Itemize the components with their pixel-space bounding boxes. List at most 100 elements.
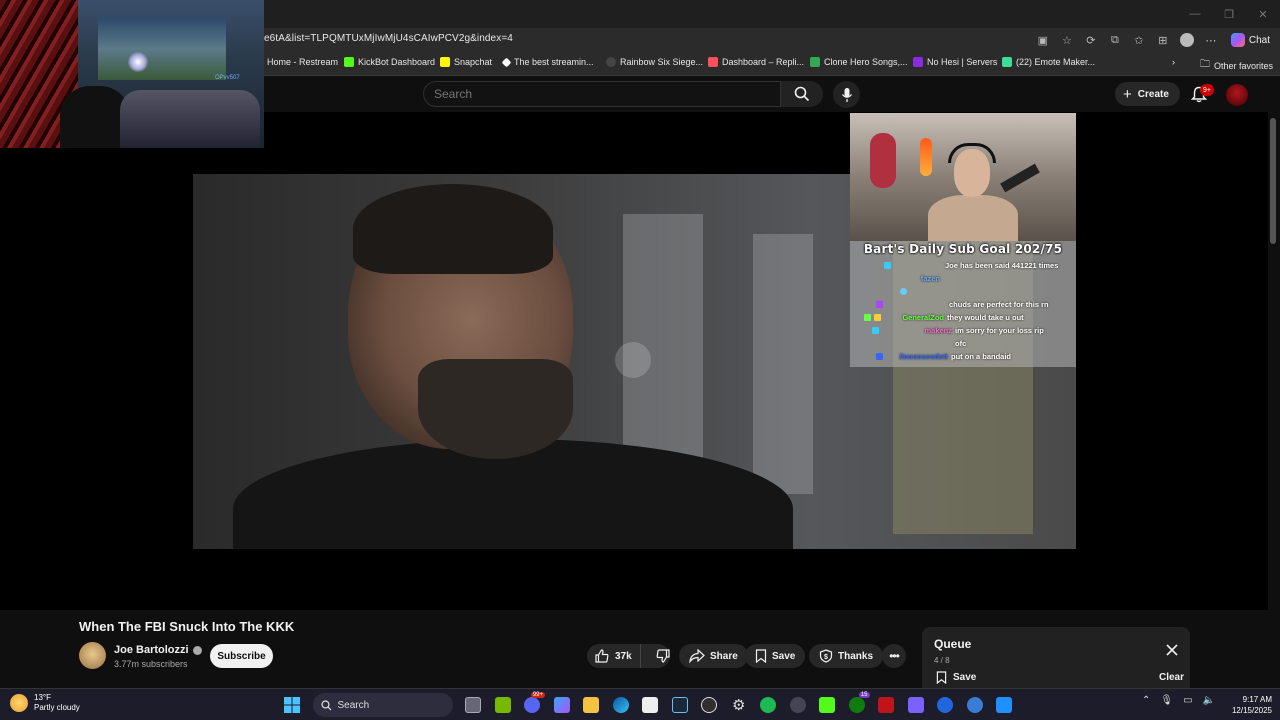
folder-icon: 🗀 <box>1200 59 1210 70</box>
like-button[interactable]: 37k <box>587 644 641 668</box>
bookmark-no-hesi[interactable]: No Hesi | Servers <box>913 57 997 67</box>
other-favorites-label: Other favorites <box>1214 60 1274 71</box>
blue-app-2[interactable] <box>960 693 990 717</box>
spotify-app[interactable] <box>754 693 784 717</box>
copilot-icon <box>553 697 570 713</box>
like-count: 37k <box>615 650 632 662</box>
microphone-arm <box>1000 163 1040 193</box>
clock-time: 9:17 AM <box>1242 695 1272 704</box>
nvidia-app[interactable] <box>488 693 518 717</box>
discord-app[interactable]: 99+ <box>518 692 548 717</box>
purple-app[interactable] <box>901 693 931 717</box>
bookmark-label: Rainbow Six Siege... <box>620 57 704 67</box>
subscribe-button[interactable]: Subscribe <box>210 644 273 668</box>
collections-icon[interactable]: ⊞ <box>1155 32 1171 48</box>
file-explorer-app[interactable] <box>577 693 607 717</box>
bookmark-label: The best streamin... <box>514 57 594 67</box>
app-available-icon[interactable]: ▣ <box>1035 32 1051 48</box>
url-text[interactable]: e6tA&list=TLPQMTUxMjIwMjU4sCAIwPCV2g&ind… <box>264 33 513 44</box>
maximize-icon[interactable]: ❐ <box>1212 0 1246 28</box>
thanks-button[interactable]: $ Thanks <box>809 644 884 668</box>
replit-icon <box>708 57 718 67</box>
obs-app[interactable] <box>695 693 725 717</box>
diamond-icon <box>501 57 512 67</box>
video-player[interactable]: Bart's Daily Sub Goal 202/75 Joe has bee… <box>0 112 1268 610</box>
other-favorites[interactable]: 🗀 Other favorites <box>1200 57 1273 74</box>
spotify-icon <box>760 697 777 713</box>
more-horizontal-icon: ••• <box>889 649 900 663</box>
queue-position: 4 / 8 <box>934 656 950 665</box>
queue-clear-button[interactable]: Clear <box>1159 672 1184 683</box>
split-screen-icon[interactable]: ⧉ <box>1107 32 1123 48</box>
bookmark-emote-maker[interactable]: (22) Emote Maker... <box>1002 57 1095 67</box>
profile-icon[interactable] <box>1179 32 1195 48</box>
kick-app[interactable] <box>813 693 843 717</box>
bookmark-rainbow-six[interactable]: Rainbow Six Siege... <box>606 57 703 67</box>
monitor-app[interactable] <box>990 693 1020 717</box>
save-button[interactable]: Save <box>745 644 806 668</box>
xbox-app[interactable]: 15 <box>842 692 872 717</box>
start-button[interactable] <box>277 693 307 717</box>
favorites-icon[interactable]: ✩ <box>1131 32 1147 48</box>
favorite-star-icon[interactable]: ☆ <box>1059 32 1075 48</box>
more-actions-button[interactable]: ••• <box>882 644 906 668</box>
nvidia-icon <box>494 697 511 713</box>
4k-app[interactable] <box>783 693 813 717</box>
create-button[interactable]: + Create <box>1115 82 1180 106</box>
network-icon[interactable]: ▭ <box>1183 695 1192 706</box>
chat-message: fazen <box>888 272 943 285</box>
subscriber-count: 3.77m subscribers <box>114 659 188 669</box>
channel-name[interactable]: Joe Bartolozzi <box>114 644 202 656</box>
chat-message: chuds are perfect for this rn <box>876 298 1049 311</box>
webcam-tag: OPvv507 <box>215 75 240 81</box>
search-button[interactable] <box>781 81 823 107</box>
queue-save-button[interactable]: Save <box>936 671 976 684</box>
dislike-button[interactable] <box>646 644 676 668</box>
edge-app[interactable] <box>606 693 636 717</box>
page-scrollbar[interactable] <box>1268 112 1280 688</box>
bookmarks-overflow-icon[interactable]: › <box>1172 57 1175 67</box>
volume-icon[interactable]: 🔈 <box>1203 695 1215 706</box>
account-avatar[interactable] <box>1226 84 1248 106</box>
copilot-app[interactable] <box>547 693 577 717</box>
chat-username: fazen <box>920 274 940 283</box>
bookmark-streaming[interactable]: The best streamin... <box>501 57 594 67</box>
svg-text:$: $ <box>824 654 828 661</box>
bookmark-clone-hero[interactable]: Clone Hero Songs,... <box>810 57 908 67</box>
no-hesi-icon <box>913 57 923 67</box>
person <box>120 90 260 148</box>
channel-avatar[interactable] <box>79 642 106 669</box>
emote-maker-icon <box>1002 57 1012 67</box>
microphone-icon[interactable]: 🎙 <box>1160 695 1173 706</box>
bookmark-kickbot[interactable]: KickBot Dashboard <box>344 57 435 67</box>
bookmark-replit[interactable]: Dashboard – Repli... <box>708 57 804 67</box>
copilot-chat-button[interactable]: Chat <box>1227 33 1274 47</box>
voice-search-button[interactable] <box>833 81 860 108</box>
bookmark-snapchat[interactable]: Snapchat <box>440 57 492 67</box>
stream-app[interactable] <box>872 693 902 717</box>
chat-text: im sorry for your loss rip <box>955 326 1044 335</box>
thumbs-up-icon <box>595 649 609 663</box>
store-app[interactable] <box>636 693 666 717</box>
taskbar-search[interactable]: Search <box>312 693 453 717</box>
steam-app[interactable] <box>665 693 695 717</box>
copilot-icon <box>1230 33 1245 47</box>
close-window-icon[interactable]: ✕ <box>1246 0 1280 28</box>
more-options-icon[interactable]: ⋯ <box>1203 32 1219 48</box>
chat-badge-icon <box>874 314 881 321</box>
blue-app[interactable] <box>931 693 961 717</box>
tray-overflow-icon[interactable]: ⌃ <box>1142 695 1150 706</box>
settings-app[interactable]: ⚙ <box>724 693 754 717</box>
minimize-icon[interactable]: — <box>1178 0 1212 28</box>
close-icon[interactable] <box>1165 643 1179 657</box>
search-input[interactable] <box>424 82 780 106</box>
extensions-icon[interactable]: ⟳ <box>1083 32 1099 48</box>
task-view-icon <box>465 697 482 713</box>
bookmark-restream[interactable]: Home - Restream <box>267 57 338 67</box>
scrollbar-thumb[interactable] <box>1270 118 1276 244</box>
weather-widget[interactable]: 13°F Partly cloudy <box>10 693 80 713</box>
system-clock[interactable]: 9:17 AM 12/15/2025 <box>1222 694 1272 716</box>
edge-icon <box>612 697 629 713</box>
task-view-button[interactable] <box>459 693 489 717</box>
share-button[interactable]: Share <box>679 644 748 668</box>
